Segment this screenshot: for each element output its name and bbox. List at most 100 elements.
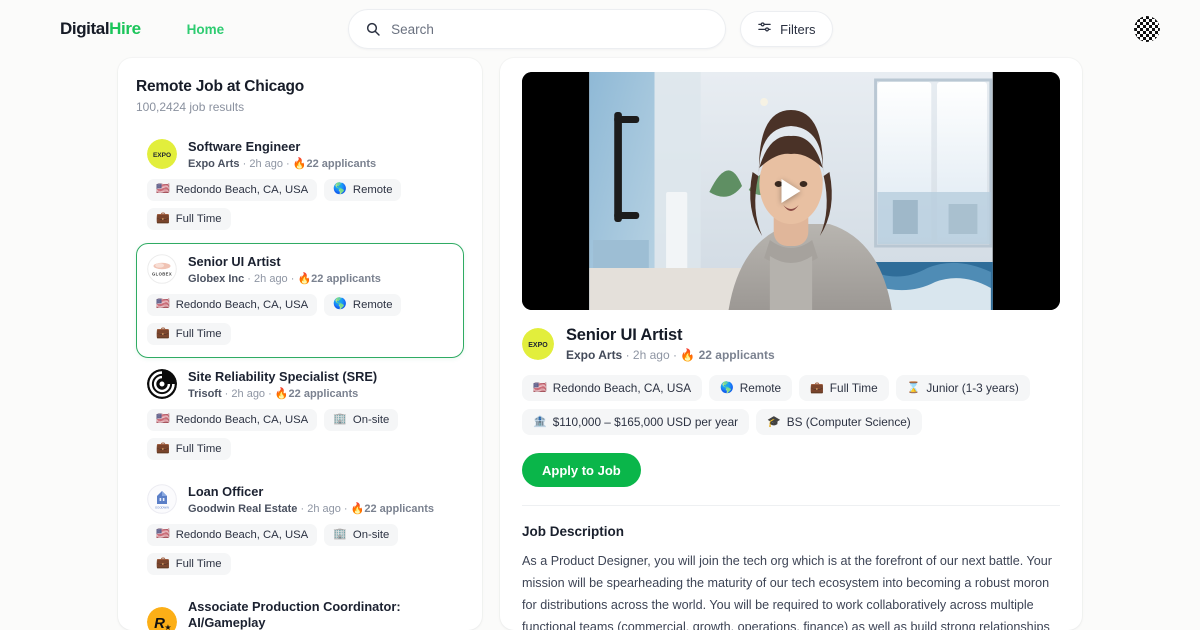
meta-sep: · — [282, 157, 293, 170]
job-tag-label: Redondo Beach, CA, USA — [175, 413, 309, 426]
job-description-text: As a Product Designer, you will join the… — [522, 554, 1052, 630]
job-tag-label: BS (Computer Science) — [786, 415, 911, 429]
job-tag-employment-type: 💼 Full Time — [147, 552, 231, 575]
job-tag-label: Full Time — [175, 557, 222, 570]
sliders-icon — [757, 20, 772, 38]
job-detail-tags: 🇺🇸 Redondo Beach, CA, USA 🌎 Remote 💼 Full Tim… — [522, 375, 1060, 435]
job-tag-label: $110,000 – $165,000 USD per year — [552, 415, 739, 429]
job-tag-workplace: 🌎 Remote — [324, 178, 402, 201]
job-list-item[interactable]: Site Reliability Specialist (SRE) Trisoft… — [136, 358, 464, 473]
svg-text:GOODWIN: GOODWIN — [155, 506, 169, 510]
location-icon: 🇺🇸 — [156, 298, 170, 311]
job-item-header: EXPO Software Engineer Expo Arts · 2h ago … — [147, 139, 453, 170]
job-item-company: Trisoft — [188, 387, 222, 400]
goodwin-logo: GOODWIN — [147, 484, 177, 515]
job-item-header: GOODWIN Loan Officer Goodwin Real Estate ·… — [147, 484, 453, 515]
job-list-item[interactable]: R ★ Associate Production Coordinator: AI/G… — [136, 588, 464, 630]
job-tag-label: Full Time — [175, 442, 222, 455]
meta-sep: · — [297, 502, 308, 515]
nav-link-home[interactable]: Home — [187, 22, 225, 37]
job-item-tags: 🇺🇸 Redondo Beach, CA, USA 🏢 On-site 💼 Full Ti… — [147, 408, 453, 460]
job-tag-experience-level: ⌛ Junior (1-3 years) — [895, 375, 1030, 401]
job-item-posted: 2h ago — [254, 272, 288, 285]
experience-level-icon: ⌛ — [906, 381, 921, 394]
employment-type-icon: 💼 — [156, 557, 170, 570]
job-item-title: Software Engineer — [188, 139, 301, 154]
job-tag-label: Full Time — [175, 212, 222, 225]
main-content: Remote Job at Chicago 100,2424 job resul… — [0, 58, 1200, 630]
search-area: Filters — [348, 9, 833, 49]
fire-icon: 🔥 — [292, 157, 307, 170]
search-icon — [365, 21, 381, 37]
job-detail-applicants: 22 applicants — [698, 348, 775, 362]
location-icon: 🇺🇸 — [533, 381, 547, 394]
job-item-meta: Trisoft · 2h ago · 🔥22 applicants — [188, 387, 377, 400]
meta-sep: · — [265, 387, 275, 400]
job-detail-panel: EXPO Senior UI Artist Expo Arts · 2h ago… — [500, 58, 1082, 630]
trisoft-logo — [147, 369, 177, 400]
search-box[interactable] — [348, 9, 727, 49]
job-list-item[interactable]: GLOBEX Senior UI Artist Globex Inc · 2h ag… — [136, 242, 464, 358]
location-icon: 🇺🇸 — [156, 528, 170, 541]
education-icon: 🎓 — [767, 415, 781, 428]
job-tag-label: On-site — [352, 528, 390, 541]
apply-to-job-button[interactable]: Apply to Job — [522, 453, 641, 487]
job-tag-location: 🇺🇸 Redondo Beach, CA, USA — [147, 408, 318, 431]
job-tag-location: 🇺🇸 Redondo Beach, CA, USA — [147, 523, 318, 546]
job-item-applicants: 22 applicants — [288, 387, 359, 400]
job-tag-workplace: 🏢 On-site — [324, 523, 399, 546]
job-description-heading: Job Description — [522, 524, 625, 539]
play-icon[interactable] — [781, 179, 801, 203]
page-title: Remote Job at Chicago — [136, 78, 305, 95]
job-tag-employment-type: 💼 Full Time — [147, 437, 231, 460]
job-list-item[interactable]: EXPO Software Engineer Expo Arts · 2h ago … — [136, 128, 464, 243]
job-tag-label: On-site — [352, 413, 390, 426]
meta-sep: · — [287, 272, 298, 285]
meta-sep: · — [340, 502, 351, 515]
expo-arts-logo: EXPO — [522, 328, 554, 360]
job-tag-label: Redondo Beach, CA, USA — [552, 381, 692, 395]
job-list: EXPO Software Engineer Expo Arts · 2h ago … — [136, 128, 464, 630]
job-item-tags: 🇺🇸 Redondo Beach, CA, USA 🌎 Remote 💼 Full Tim… — [147, 293, 453, 345]
app-logo[interactable]: DigitalHire — [60, 19, 141, 39]
workplace-icon: 🏢 — [333, 528, 347, 541]
job-tag-location: 🇺🇸 Redondo Beach, CA, USA — [147, 293, 318, 316]
employment-type-icon: 💼 — [156, 442, 170, 455]
workplace-icon: 🏢 — [333, 413, 347, 426]
job-item-header: R ★ Associate Production Coordinator: AI/G… — [147, 599, 453, 630]
expo-arts-logo: EXPO — [147, 139, 177, 170]
job-detail-meta: Expo Arts · 2h ago · 🔥 22 applicants — [566, 348, 775, 362]
job-item-applicants: 22 applicants — [364, 502, 435, 515]
logo-text-primary: Digital — [60, 19, 110, 38]
job-item-header: Site Reliability Specialist (SRE) Trisoft… — [147, 369, 453, 400]
job-item-meta: Goodwin Real Estate · 2h ago · 🔥22 appli… — [188, 502, 434, 515]
job-item-posted: 2h ago — [231, 387, 266, 400]
job-tag-label: Remote — [352, 183, 393, 196]
job-tag-workplace: 🌎 Remote — [324, 293, 402, 316]
filters-button[interactable]: Filters — [740, 11, 833, 47]
filters-label: Filters — [780, 21, 816, 37]
job-item-title: Site Reliability Specialist (SRE) — [188, 368, 378, 384]
meta-sep: · — [221, 387, 232, 400]
job-tag-salary: 🏦 $110,000 – $165,000 USD per year — [522, 409, 750, 435]
job-item-title: Senior UI Artist — [188, 253, 281, 269]
job-tag-location: 🇺🇸 Redondo Beach, CA, USA — [522, 375, 703, 401]
job-tag-employment-type: 💼 Full Time — [147, 207, 231, 230]
results-count: 100,2424 job results — [136, 100, 245, 114]
job-item-company: Goodwin Real Estate — [188, 502, 298, 515]
job-tag-label: Redondo Beach, CA, USA — [175, 528, 309, 541]
job-item-company: Expo Arts — [188, 157, 240, 170]
app-header: DigitalHire Home Filters — [0, 0, 1200, 58]
job-list-item[interactable]: GOODWIN Loan Officer Goodwin Real Estate ·… — [136, 473, 464, 588]
job-tag-education: 🎓 BS (Computer Science) — [756, 409, 922, 435]
job-item-meta: Globex Inc · 2h ago · 🔥22 applicants — [188, 272, 381, 285]
job-detail-tag-row-1: 🇺🇸 Redondo Beach, CA, USA 🌎 Remote 💼 Full Tim… — [522, 375, 1060, 401]
location-icon: 🇺🇸 — [156, 413, 170, 426]
avatar[interactable] — [1134, 16, 1160, 42]
employment-type-icon: 💼 — [156, 212, 170, 225]
job-intro-video[interactable] — [522, 72, 1060, 310]
workplace-icon: 🌎 — [720, 381, 734, 394]
search-input[interactable] — [391, 21, 710, 37]
job-tag-employment-type: 💼 Full Time — [147, 322, 231, 345]
job-tag-label: Remote — [352, 298, 393, 311]
